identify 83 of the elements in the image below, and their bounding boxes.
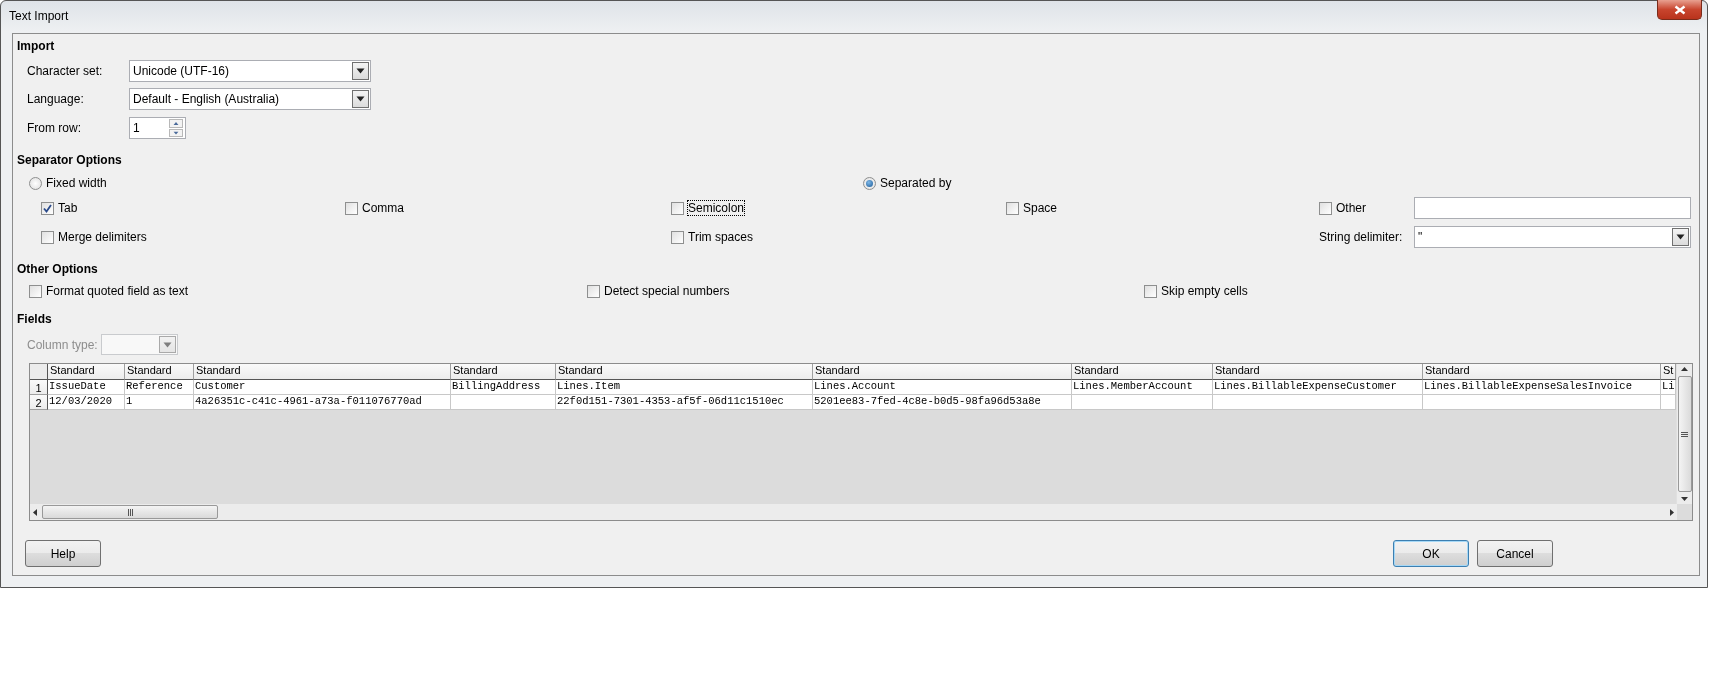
table-cell: 1 <box>125 395 194 410</box>
table-corner <box>30 364 48 380</box>
table-cell: 5201ee83-7fed-4c8e-b0d5-98fa96d53a8e <box>813 395 1072 410</box>
checkbox-label: Detect special numbers <box>604 284 730 298</box>
scroll-down-icon <box>1680 494 1689 504</box>
table-cell: 12/03/2020 <box>48 395 125 410</box>
checkbox[interactable] <box>671 230 684 244</box>
row-number: 1 <box>30 380 48 395</box>
checkbox[interactable] <box>29 284 42 298</box>
dropdown-arrow-icon <box>356 96 365 102</box>
column-header[interactable]: Standard <box>125 364 194 380</box>
checkbox[interactable] <box>41 201 54 215</box>
checkmark-icon <box>43 203 52 213</box>
dropdown[interactable]: Unicode (UTF-16) <box>129 60 371 82</box>
dialog-button[interactable]: Help <box>25 540 101 567</box>
table-cell: IssueDate <box>48 380 125 395</box>
table-cell: Li <box>1661 380 1676 395</box>
field-label: Column type: <box>27 337 99 352</box>
column-header[interactable]: Standard <box>48 364 125 380</box>
other-field[interactable] <box>1414 197 1691 219</box>
checkbox[interactable] <box>671 201 684 215</box>
dropdown[interactable]: " <box>1414 226 1691 248</box>
table-cell: Lines.Item <box>556 380 813 395</box>
column-header[interactable]: Standard <box>556 364 813 380</box>
checkbox-label: Comma <box>362 201 404 215</box>
close-button[interactable] <box>1657 0 1702 20</box>
table-cell: 22f0d151-7301-4353-af5f-06d11c1510ec <box>556 395 813 410</box>
checkbox[interactable] <box>1144 284 1157 298</box>
dialog-button[interactable]: Cancel <box>1477 540 1553 567</box>
column-header[interactable]: St <box>1661 364 1676 380</box>
column-header[interactable]: Standard <box>194 364 451 380</box>
table-cell: Lines.MemberAccount <box>1072 380 1213 395</box>
checkbox-label: Trim spaces <box>688 230 753 244</box>
dialog-button[interactable]: OK <box>1393 540 1469 567</box>
section-heading: Separator Options <box>17 152 123 169</box>
column-header[interactable]: Standard <box>1423 364 1661 380</box>
table-cell: Reference <box>125 380 194 395</box>
scrollbar-thumb[interactable] <box>42 505 218 519</box>
checkbox-label: Tab <box>58 201 78 215</box>
table-cell: Lines.BillableExpenseCustomer <box>1213 380 1423 395</box>
dropdown-arrow-icon <box>1676 234 1685 240</box>
checkbox-label: Format quoted field as text <box>46 284 189 298</box>
column-header[interactable]: Standard <box>451 364 556 380</box>
table-cell: BillingAddress <box>451 380 556 395</box>
radio-label: Separated by <box>880 176 952 190</box>
close-icon <box>1673 4 1686 15</box>
checkbox[interactable] <box>587 284 600 298</box>
radio-button[interactable] <box>29 176 42 190</box>
dropdown[interactable]: Default - English (Australia) <box>129 88 371 110</box>
column-header[interactable]: Standard <box>1213 364 1423 380</box>
scroll-right-icon <box>1667 507 1677 517</box>
checkbox[interactable] <box>41 230 54 244</box>
dropdown-arrow-icon <box>356 68 365 74</box>
grip-icon <box>126 508 134 516</box>
field-label: Character set: <box>27 64 104 78</box>
field-label: Language: <box>27 92 85 106</box>
checkbox[interactable] <box>345 201 358 215</box>
section-heading: Import <box>17 38 56 55</box>
checkbox-label: Space <box>1023 201 1058 215</box>
row-number: 2 <box>30 395 48 410</box>
table-cell: Lines.Account <box>813 380 1072 395</box>
checkbox[interactable] <box>1006 201 1019 215</box>
window-title: Text Import <box>9 9 69 23</box>
checkbox-label: Semicolon <box>688 201 745 215</box>
checkbox-label: Merge delimiters <box>58 230 147 244</box>
radio-label: Fixed width <box>46 176 107 190</box>
table-cell: 4a26351c-c41c-4961-a73a-f011076770ad <box>194 395 451 410</box>
table-cell: Lines.BillableExpenseSalesInvoice <box>1423 380 1661 395</box>
scrollbar-thumb[interactable] <box>1677 376 1692 492</box>
column-header[interactable]: Standard <box>813 364 1072 380</box>
field-label: String delimiter: <box>1319 230 1404 244</box>
dropdown-arrow-icon <box>163 341 172 348</box>
radio-button[interactable] <box>863 176 876 190</box>
grip-icon <box>1681 430 1688 438</box>
column-header[interactable]: Standard <box>1072 364 1213 380</box>
table-cell: Customer <box>194 380 451 395</box>
checkbox-label: Skip empty cells <box>1161 284 1248 298</box>
field-label: From row: <box>27 121 82 135</box>
checkbox-label: Other <box>1336 201 1366 215</box>
checkbox[interactable] <box>1319 201 1332 215</box>
scroll-left-icon <box>30 507 40 517</box>
section-heading: Fields <box>17 311 53 328</box>
section-heading: Other Options <box>17 261 99 278</box>
